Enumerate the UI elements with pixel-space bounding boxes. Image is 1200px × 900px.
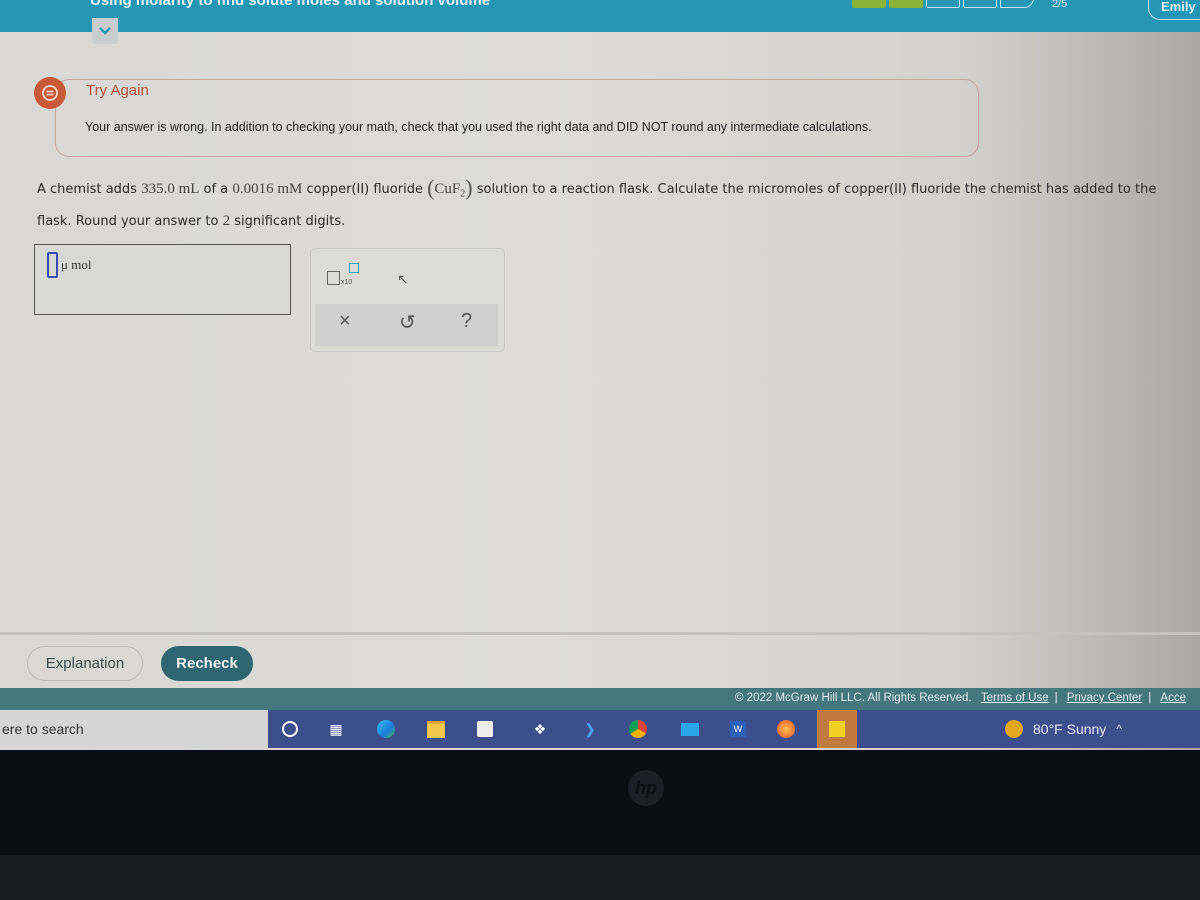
weather-text: 80°F Sunny — [1033, 721, 1107, 737]
task-view-icon[interactable]: ▦ — [326, 719, 346, 739]
question-segment: A chemist adds — [37, 182, 142, 197]
math-toolbar: x10 ↖ × ↺ ? — [310, 248, 505, 352]
progress-segment — [889, 0, 923, 8]
recheck-button[interactable]: Recheck — [161, 646, 253, 681]
app-icon[interactable]: ❯ — [580, 719, 600, 739]
sticky-notes-icon[interactable] — [817, 710, 857, 748]
accessibility-link[interactable]: Acce — [1160, 692, 1186, 704]
cortana-icon[interactable] — [280, 719, 300, 739]
sun-icon — [1005, 720, 1023, 738]
undo-button[interactable]: ↺ — [399, 310, 416, 335]
page-footer: © 2022 McGraw Hill LLC. All Rights Reser… — [0, 688, 1200, 710]
question-segment: of a — [199, 182, 233, 197]
x10-label: x10 — [341, 279, 353, 286]
feedback-title: Try Again — [86, 82, 149, 99]
answer-input[interactable]: μ mol — [34, 244, 291, 315]
chemical-formula: CuF — [434, 181, 461, 197]
help-button[interactable]: ? — [461, 310, 472, 333]
unit-label: μ mol — [61, 257, 92, 272]
chevron-down-icon — [99, 27, 111, 35]
taskbar-search[interactable]: ere to search — [0, 710, 268, 748]
user-menu-button[interactable]: Emily — [1148, 0, 1200, 20]
feedback-panel — [55, 79, 979, 157]
privacy-link[interactable]: Privacy Center — [1067, 692, 1142, 704]
sigfig-count: 2 — [222, 212, 231, 229]
progress-segment — [852, 0, 886, 8]
mail-icon[interactable] — [680, 719, 700, 739]
hp-logo-icon: hp — [628, 770, 664, 806]
copyright-text: © 2022 McGraw Hill LLC. All Rights Reser… — [735, 692, 972, 704]
concentration-value: 0.0016 mM — [232, 181, 303, 197]
toolbar-actions: × ↺ ? — [315, 304, 498, 346]
file-explorer-icon[interactable] — [426, 719, 446, 739]
windows-taskbar: ere to search ▦ ❖ ❯ W 80°F Sunny ^ — [0, 710, 1200, 748]
store-icon[interactable] — [475, 719, 495, 739]
action-divider — [0, 632, 1200, 635]
explanation-button[interactable]: Explanation — [27, 646, 143, 681]
firefox-icon[interactable] — [776, 719, 796, 739]
tray-chevron-icon[interactable]: ^ — [1116, 722, 1122, 736]
assignment-header: Using molarity to find solute moles and … — [0, 0, 1200, 32]
terms-link[interactable]: Terms of Use — [981, 692, 1049, 704]
weather-widget[interactable]: 80°F Sunny ^ — [1005, 720, 1122, 738]
progress-label: 2/5 — [1052, 0, 1068, 10]
word-icon[interactable]: W — [728, 719, 748, 739]
dropbox-icon[interactable]: ❖ — [530, 719, 550, 739]
chrome-icon[interactable] — [628, 719, 648, 739]
exponent-box-icon — [349, 263, 359, 273]
mouse-pointer-icon: ↖ — [397, 271, 409, 287]
progress-segment — [963, 0, 997, 8]
browser-screen: Using molarity to find solute moles and … — [0, 0, 1200, 750]
question-segment: copper(II) fluoride — [302, 182, 428, 197]
topic-title: Using molarity to find solute moles and … — [90, 0, 491, 9]
input-cursor — [47, 252, 58, 278]
clear-button[interactable]: × — [339, 310, 351, 333]
progress-segment — [1000, 0, 1034, 8]
progress-bar — [852, 0, 1034, 8]
progress-segment — [926, 0, 960, 8]
volume-value: 335.0 mL — [141, 181, 200, 197]
keyboard-deck — [0, 855, 1200, 900]
question-text: A chemist adds 335.0 mL of a 0.0016 mM c… — [37, 175, 1157, 229]
edge-icon[interactable] — [376, 719, 396, 739]
mantissa-box-icon — [327, 271, 340, 285]
feedback-message: Your answer is wrong. In addition to che… — [85, 120, 872, 134]
scientific-notation-button[interactable]: x10 — [327, 263, 359, 290]
collapse-button[interactable] — [92, 18, 118, 44]
question-segment: significant digits. — [230, 213, 346, 229]
feedback-chat-icon — [34, 77, 66, 109]
laptop-bezel — [0, 750, 1200, 900]
